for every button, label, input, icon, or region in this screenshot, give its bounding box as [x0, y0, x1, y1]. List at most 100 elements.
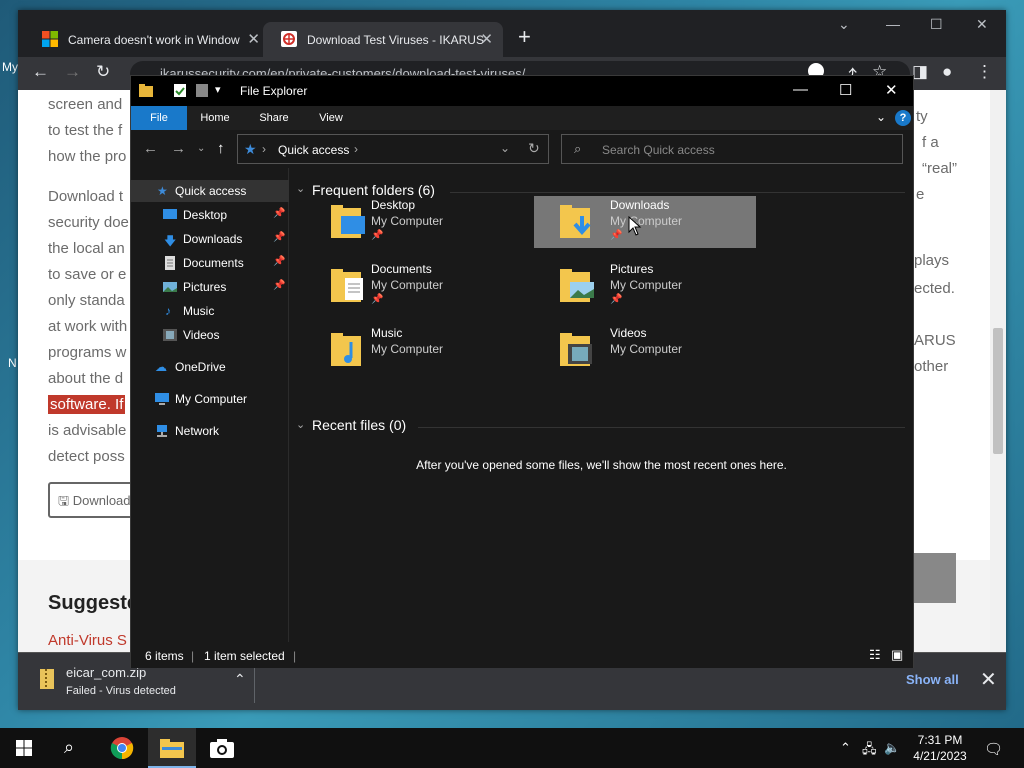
folder-tile-pictures[interactable]: Pictures My Computer 📌: [534, 260, 756, 312]
new-tab-icon[interactable]: +: [518, 24, 531, 50]
file-explorer-window: ▾ File Explorer — ☐ ✕ File Home Share Vi…: [130, 75, 914, 668]
taskbar-chrome[interactable]: [98, 728, 146, 768]
computer-icon: [155, 393, 169, 405]
content-pane: ⌄ Frequent folders (6) Desktop My Comput…: [290, 168, 913, 642]
antivirus-link[interactable]: Anti-Virus S: [48, 632, 127, 649]
zip-file-icon: [40, 669, 54, 689]
sidebar-item-label: Videos: [183, 328, 220, 342]
customize-toolbar-icon[interactable]: ▾: [215, 83, 221, 96]
up-icon[interactable]: ↑: [217, 140, 225, 157]
close-tab-icon[interactable]: ✕: [247, 30, 260, 48]
minimize-icon[interactable]: —: [886, 16, 900, 32]
sidebar-item-network[interactable]: Network: [131, 420, 289, 442]
chevron-up-icon[interactable]: ⌃: [234, 671, 246, 688]
collapse-group-icon[interactable]: ⌄: [296, 182, 305, 195]
text-line: at work with: [48, 318, 128, 335]
show-all-button[interactable]: Show all: [906, 672, 959, 687]
sidebar-item-downloads[interactable]: 🡇 Downloads 📌: [131, 228, 289, 250]
sidebar-item-pictures[interactable]: Pictures 📌: [131, 276, 289, 298]
tab-home[interactable]: Home: [193, 106, 237, 130]
clock[interactable]: 7:31 PM 4/21/2023: [902, 732, 978, 764]
folder-tile-downloads[interactable]: Downloads My Computer 📌: [534, 196, 756, 248]
sidebar-item-music[interactable]: ♪ Music: [131, 300, 289, 322]
address-dropdown-icon[interactable]: ⌄: [500, 141, 510, 155]
folder-tile-documents[interactable]: Documents My Computer 📌: [323, 260, 545, 312]
pin-icon: 📌: [273, 256, 286, 267]
folder-location: My Computer: [371, 214, 444, 228]
sidebar-item-label: Downloads: [183, 232, 243, 246]
help-icon[interactable]: ?: [895, 110, 911, 126]
close-tab-icon[interactable]: ✕: [480, 30, 493, 48]
folder-name: Videos: [610, 326, 647, 340]
sidebar-item-label: Desktop: [183, 208, 228, 222]
text-fragment: ected.: [914, 280, 955, 297]
folder-tile-music[interactable]: Music My Computer: [323, 324, 545, 376]
taskbar-file-explorer[interactable]: [148, 728, 196, 768]
start-button[interactable]: [0, 728, 48, 768]
minimize-icon[interactable]: —: [793, 81, 808, 98]
expand-ribbon-icon[interactable]: ⌄: [876, 110, 886, 124]
reload-icon[interactable]: ↻: [96, 62, 110, 82]
profile-icon[interactable]: ●: [942, 62, 952, 82]
close-icon[interactable]: ✕: [980, 667, 997, 692]
show-hidden-icons-icon[interactable]: ⌃: [840, 740, 851, 756]
address-bar[interactable]: ★ › Quick access › ⌄ ↻: [237, 134, 549, 164]
text-line: only standa: [48, 292, 125, 309]
new-folder-icon[interactable]: [195, 83, 209, 98]
clock-time: 7:31 PM: [917, 733, 963, 747]
maximize-icon[interactable]: ☐: [930, 16, 943, 33]
sidebar-item-label: Network: [175, 424, 220, 438]
tab-search-icon[interactable]: ⌄: [838, 16, 850, 33]
properties-icon[interactable]: [173, 83, 187, 98]
browser-tab-active[interactable]: Download Test Viruses - IKARUS ✕: [263, 22, 503, 57]
group-header-recent[interactable]: Recent files (0): [312, 417, 406, 433]
taskbar-camera[interactable]: [198, 728, 246, 768]
sidebar-item-quick-access[interactable]: ★ Quick access: [131, 180, 289, 202]
recent-locations-icon[interactable]: ⌄: [197, 143, 205, 154]
close-window-icon[interactable]: ✕: [976, 16, 988, 33]
refresh-icon[interactable]: ↻: [528, 140, 540, 157]
browser-tab[interactable]: Camera doesn't work in Window ✕: [24, 22, 270, 57]
sidebar-item-label: OneDrive: [175, 360, 226, 374]
menu-icon[interactable]: ⋮: [976, 62, 993, 82]
collapse-group-icon[interactable]: ⌄: [296, 418, 305, 431]
folder-name: Downloads: [610, 198, 670, 212]
details-view-icon[interactable]: ☷: [869, 647, 881, 663]
desktop-icon-label[interactable]: My: [2, 60, 18, 74]
volume-icon[interactable]: 🔈: [884, 740, 900, 756]
notifications-icon[interactable]: 🗨: [984, 740, 1003, 758]
chevron-right-icon[interactable]: ›: [262, 142, 266, 156]
sidebar-item-my-computer[interactable]: My Computer: [131, 388, 289, 410]
title-bar[interactable]: ▾ File Explorer — ☐ ✕: [131, 76, 913, 106]
folder-location: My Computer: [610, 342, 683, 356]
sidebar-item-documents[interactable]: Documents 📌: [131, 252, 289, 274]
sidebar-icon[interactable]: ◨: [912, 62, 928, 82]
sidebar-item-videos[interactable]: Videos: [131, 324, 289, 346]
forward-icon[interactable]: →: [64, 62, 81, 82]
sidebar-item-desktop[interactable]: Desktop 📌: [131, 204, 289, 226]
folder-location: My Computer: [371, 278, 444, 292]
videos-folder-icon: [560, 333, 592, 366]
tab-view[interactable]: View: [309, 106, 353, 130]
scrollbar-thumb[interactable]: [993, 328, 1003, 454]
tab-file[interactable]: File: [131, 106, 187, 130]
address-text: Quick access: [278, 143, 350, 157]
forward-icon[interactable]: →: [171, 140, 186, 157]
back-icon[interactable]: ←: [143, 140, 158, 157]
folder-tile-desktop[interactable]: Desktop My Computer 📌: [323, 196, 545, 248]
text-line: how the pro: [48, 148, 127, 165]
search-button[interactable]: ⌕: [48, 728, 96, 768]
maximize-icon[interactable]: ☐: [839, 81, 852, 99]
mouse-cursor-icon: [628, 216, 642, 236]
search-input[interactable]: ⌕ Search Quick access: [561, 134, 903, 164]
chevron-right-icon[interactable]: ›: [354, 142, 358, 156]
desktop-icon: [163, 209, 177, 219]
folder-tile-videos[interactable]: Videos My Computer: [534, 324, 756, 376]
large-icons-view-icon[interactable]: ▣: [891, 647, 903, 663]
back-icon[interactable]: ←: [32, 62, 49, 82]
network-icon[interactable]: 🖧: [862, 740, 877, 762]
close-icon[interactable]: ✕: [885, 81, 898, 99]
sidebar-item-onedrive[interactable]: ☁ OneDrive: [131, 356, 289, 378]
desktop-icon-label[interactable]: N: [8, 356, 17, 370]
tab-share[interactable]: Share: [251, 106, 297, 130]
